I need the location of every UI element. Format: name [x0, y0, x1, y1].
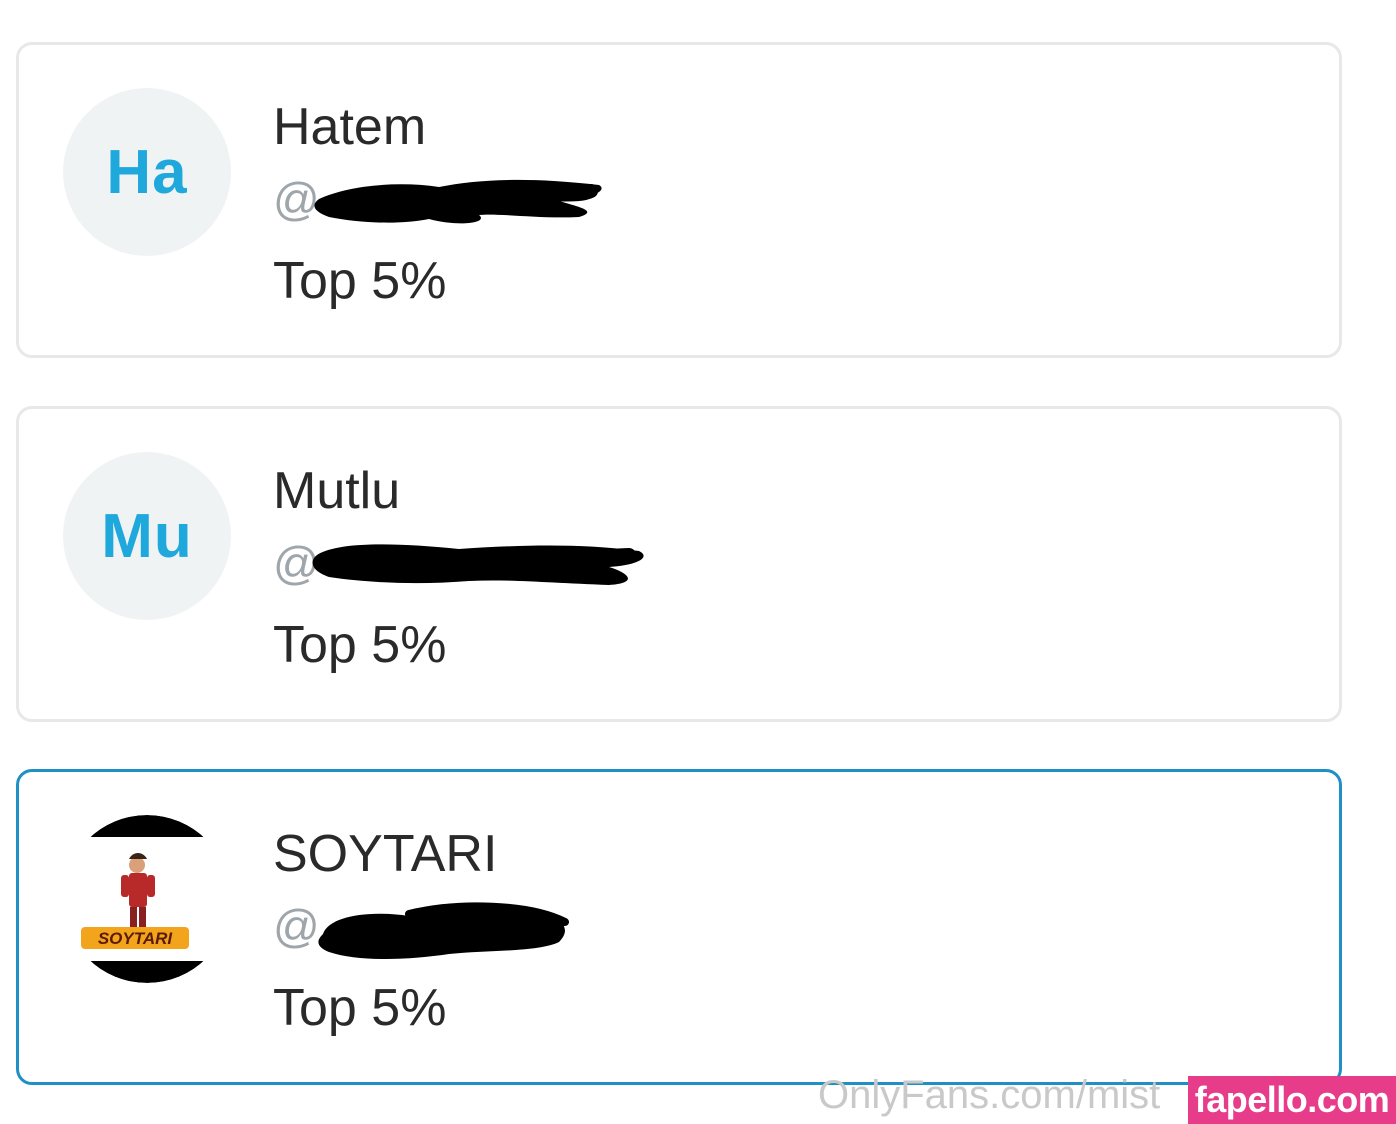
- redaction-scribble: [312, 544, 644, 585]
- user-name: SOYTARI: [273, 825, 498, 883]
- redaction-scribble: [318, 902, 569, 959]
- avatar[interactable]: SOYTARI: [63, 815, 231, 983]
- user-handle: @: [273, 898, 693, 959]
- user-rank: Top 5%: [273, 616, 447, 674]
- user-card-hatem[interactable]: Ha Hatem @ Top 5%: [16, 42, 1342, 358]
- avatar[interactable]: Ha: [63, 88, 231, 256]
- watermark-badge: fapello.com: [1188, 1076, 1396, 1124]
- user-handle: @: [273, 535, 693, 591]
- avatar-logo-text: SOYTARI: [98, 929, 174, 948]
- redaction-scribble: [314, 179, 602, 224]
- user-card-soytari[interactable]: SOYTARI SOYTARI @ Top 5%: [16, 769, 1342, 1085]
- user-rank: Top 5%: [273, 252, 447, 310]
- user-name: Mutlu: [273, 462, 401, 520]
- avatar[interactable]: Mu: [63, 452, 231, 620]
- user-handle: @: [273, 171, 693, 227]
- user-name: Hatem: [273, 98, 427, 156]
- avatar-initials: Ha: [106, 137, 188, 207]
- user-card-mutlu[interactable]: Mu Mutlu @ Top 5%: [16, 406, 1342, 722]
- user-rank: Top 5%: [273, 979, 447, 1037]
- avatar-image: SOYTARI: [63, 815, 231, 983]
- watermark-site-text: OnlyFans.com/mist: [818, 1073, 1161, 1117]
- avatar-initials: Mu: [101, 501, 193, 571]
